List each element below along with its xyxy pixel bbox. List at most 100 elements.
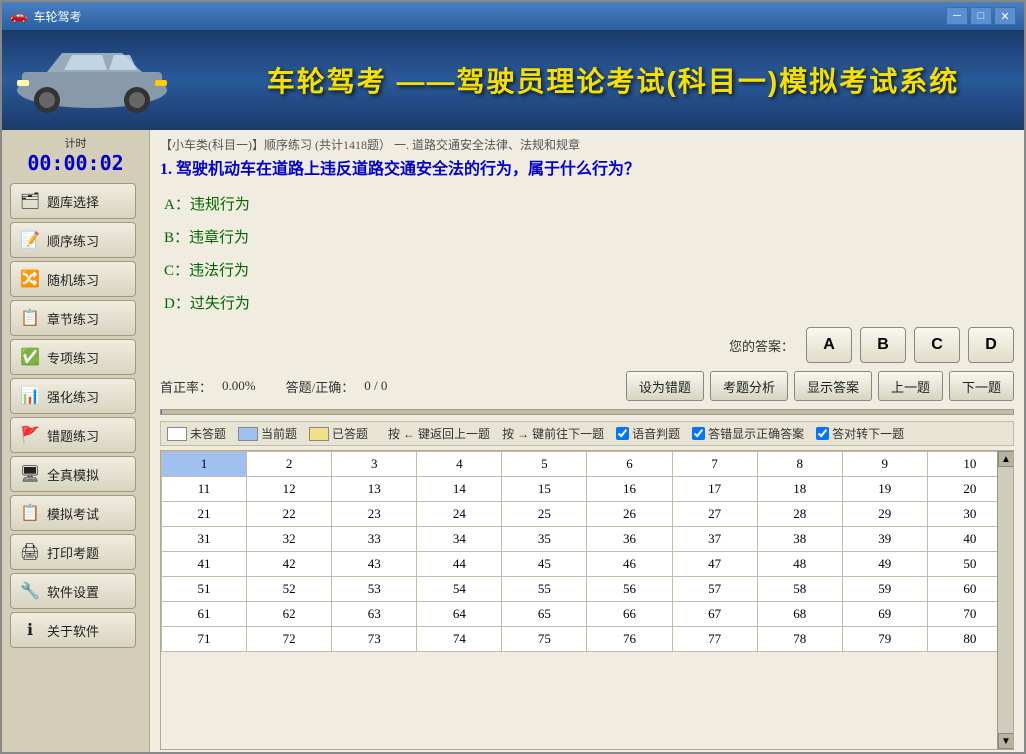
- question-cell[interactable]: 45: [502, 552, 587, 577]
- question-cell[interactable]: 47: [672, 552, 757, 577]
- about-button[interactable]: ℹ 关于软件: [10, 612, 136, 648]
- question-cell[interactable]: 28: [757, 502, 842, 527]
- question-cell[interactable]: 1: [162, 452, 247, 477]
- settings-button[interactable]: 🔧 软件设置: [10, 573, 136, 609]
- print-button[interactable]: 🖨 打印考题: [10, 534, 136, 570]
- question-cell[interactable]: 46: [587, 552, 672, 577]
- option-b[interactable]: B：违章行为: [160, 224, 1014, 249]
- question-cell[interactable]: 7: [672, 452, 757, 477]
- scroll-down-button[interactable]: ▼: [998, 733, 1014, 749]
- show-correct-checkbox-group[interactable]: 答错显示正确答案: [692, 425, 804, 442]
- question-cell[interactable]: 48: [757, 552, 842, 577]
- close-button[interactable]: ✕: [994, 7, 1016, 25]
- answer-btn-a[interactable]: A: [806, 327, 852, 363]
- option-d[interactable]: D：过失行为: [160, 290, 1014, 315]
- question-cell[interactable]: 26: [587, 502, 672, 527]
- question-cell[interactable]: 3: [332, 452, 417, 477]
- question-cell[interactable]: 4: [417, 452, 502, 477]
- auto-next-checkbox-group[interactable]: 答对转下一题: [816, 425, 904, 442]
- question-cell[interactable]: 25: [502, 502, 587, 527]
- question-cell[interactable]: 72: [247, 627, 332, 652]
- question-cell[interactable]: 71: [162, 627, 247, 652]
- question-cell[interactable]: 79: [842, 627, 927, 652]
- question-cell[interactable]: 68: [757, 602, 842, 627]
- question-cell[interactable]: 75: [502, 627, 587, 652]
- question-cell[interactable]: 63: [332, 602, 417, 627]
- wrong-button[interactable]: 🚩 错题练习: [10, 417, 136, 453]
- question-cell[interactable]: 57: [672, 577, 757, 602]
- question-cell[interactable]: 13: [332, 477, 417, 502]
- question-cell[interactable]: 17: [672, 477, 757, 502]
- answer-btn-d[interactable]: D: [968, 327, 1014, 363]
- question-cell[interactable]: 77: [672, 627, 757, 652]
- question-cell[interactable]: 6: [587, 452, 672, 477]
- question-cell[interactable]: 21: [162, 502, 247, 527]
- question-cell[interactable]: 37: [672, 527, 757, 552]
- question-cell[interactable]: 27: [672, 502, 757, 527]
- question-cell[interactable]: 22: [247, 502, 332, 527]
- random-button[interactable]: 🔀 随机练习: [10, 261, 136, 297]
- question-cell[interactable]: 64: [417, 602, 502, 627]
- question-cell[interactable]: 55: [502, 577, 587, 602]
- question-cell[interactable]: 8: [757, 452, 842, 477]
- question-cell[interactable]: 74: [417, 627, 502, 652]
- special-button[interactable]: ✅ 专项练习: [10, 339, 136, 375]
- option-c[interactable]: C：违法行为: [160, 257, 1014, 282]
- question-cell[interactable]: 43: [332, 552, 417, 577]
- question-cell[interactable]: 14: [417, 477, 502, 502]
- question-cell[interactable]: 16: [587, 477, 672, 502]
- question-cell[interactable]: 2: [247, 452, 332, 477]
- question-cell[interactable]: 49: [842, 552, 927, 577]
- question-cell[interactable]: 35: [502, 527, 587, 552]
- question-cell[interactable]: 62: [247, 602, 332, 627]
- answer-btn-c[interactable]: C: [914, 327, 960, 363]
- scrollbar[interactable]: ▲ ▼: [997, 451, 1013, 749]
- question-cell[interactable]: 39: [842, 527, 927, 552]
- question-cell[interactable]: 29: [842, 502, 927, 527]
- mark-wrong-button[interactable]: 设为错题: [626, 371, 704, 401]
- question-cell[interactable]: 69: [842, 602, 927, 627]
- show-answer-button[interactable]: 显示答案: [794, 371, 872, 401]
- mock-exam-button[interactable]: 📋 模拟考试: [10, 495, 136, 531]
- question-cell[interactable]: 38: [757, 527, 842, 552]
- intensive-button[interactable]: 📊 强化练习: [10, 378, 136, 414]
- minimize-button[interactable]: ─: [946, 7, 968, 25]
- sequential-button[interactable]: 📝 顺序练习: [10, 222, 136, 258]
- question-cell[interactable]: 67: [672, 602, 757, 627]
- question-cell[interactable]: 9: [842, 452, 927, 477]
- analysis-button[interactable]: 考题分析: [710, 371, 788, 401]
- auto-next-checkbox[interactable]: [816, 427, 829, 440]
- question-cell[interactable]: 18: [757, 477, 842, 502]
- question-cell[interactable]: 56: [587, 577, 672, 602]
- question-cell[interactable]: 19: [842, 477, 927, 502]
- prev-button[interactable]: 上一题: [878, 371, 943, 401]
- question-bank-button[interactable]: 🗂 题库选择: [10, 183, 136, 219]
- question-cell[interactable]: 5: [502, 452, 587, 477]
- full-sim-button[interactable]: 🖥 全真模拟: [10, 456, 136, 492]
- voice-checkbox[interactable]: [616, 427, 629, 440]
- answer-btn-b[interactable]: B: [860, 327, 906, 363]
- maximize-button[interactable]: □: [970, 7, 992, 25]
- question-cell[interactable]: 41: [162, 552, 247, 577]
- question-cell[interactable]: 15: [502, 477, 587, 502]
- question-cell[interactable]: 73: [332, 627, 417, 652]
- question-cell[interactable]: 78: [757, 627, 842, 652]
- next-button[interactable]: 下一题: [949, 371, 1014, 401]
- chapter-button[interactable]: 📋 章节练习: [10, 300, 136, 336]
- option-a[interactable]: A：违规行为: [160, 191, 1014, 216]
- question-cell[interactable]: 61: [162, 602, 247, 627]
- question-cell[interactable]: 32: [247, 527, 332, 552]
- question-cell[interactable]: 76: [587, 627, 672, 652]
- question-cell[interactable]: 34: [417, 527, 502, 552]
- question-cell[interactable]: 59: [842, 577, 927, 602]
- question-cell[interactable]: 12: [247, 477, 332, 502]
- question-cell[interactable]: 23: [332, 502, 417, 527]
- question-cell[interactable]: 53: [332, 577, 417, 602]
- question-cell[interactable]: 58: [757, 577, 842, 602]
- question-cell[interactable]: 65: [502, 602, 587, 627]
- question-cell[interactable]: 31: [162, 527, 247, 552]
- question-cell[interactable]: 44: [417, 552, 502, 577]
- question-cell[interactable]: 36: [587, 527, 672, 552]
- question-cell[interactable]: 66: [587, 602, 672, 627]
- question-cell[interactable]: 24: [417, 502, 502, 527]
